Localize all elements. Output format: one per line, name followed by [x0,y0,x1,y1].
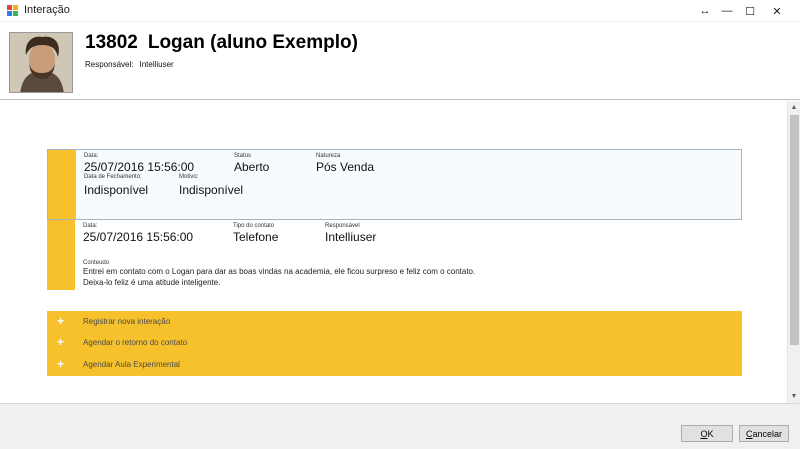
scroll-up-icon[interactable]: ▲ [788,101,800,114]
interaction-card[interactable]: Data: 25/07/2016 15:56:00 Status Aberto … [47,149,742,220]
contact-card: Data: 25/07/2016 15:56:00 Tipo do contat… [47,220,742,290]
action-agendar-retorno[interactable]: + Agendar o retorno do contato [47,332,742,354]
card-accent-bar [48,150,76,219]
responsavel-line: Responsável: Intelliuser [85,60,174,69]
vertical-scrollbar[interactable]: ▲ ▼ [787,101,800,403]
action-label: Registrar nova interação [83,317,171,326]
contact-responsavel-value: Intelliuser [325,230,377,244]
motivo-value: Indisponível [179,183,244,197]
action-label: Agendar Aula Experimental [83,360,180,369]
scroll-down-icon[interactable]: ▼ [788,390,800,403]
natureza-label: Natureza [316,153,341,159]
close-button[interactable]: ✕ [762,0,792,22]
student-id: 13802 [85,32,138,53]
maximize-button[interactable]: ☐ [735,0,765,22]
student-title: 13802 Logan (aluno Exemplo) [85,32,358,54]
tipo-contato-label: Tipo do contato [233,223,275,229]
cancel-label: Cancelar [745,428,783,439]
contact-accent-bar [47,220,75,290]
responsavel-label: Responsável: [85,60,134,69]
ok-label: OK [700,428,714,439]
contact-data-value: 25/07/2016 15:56:00 [83,230,194,244]
ok-button[interactable]: OK [681,425,733,442]
status-label: Status [234,153,252,159]
plus-icon: + [57,335,65,349]
contact-responsavel-label: Responsável [325,223,360,229]
dialog-footer: OK Cancelar [0,403,800,449]
student-name: Logan (aluno Exemplo) [147,32,358,53]
scroll-thumb[interactable] [790,115,799,345]
tipo-contato-value: Telefone [233,230,279,244]
status-value: Aberto [234,160,270,174]
conteudo-line-1: Entrei em contato com o Logan para dar a… [83,267,476,276]
fechamento-label: Data de Fechamento: [84,174,142,180]
natureza-value: Pós Venda [316,160,375,174]
data-label: Data: [84,153,99,159]
conteudo-line-2: Deixa-lo feliz é uma atitude inteligente… [83,278,221,287]
interaction-panel: Data: 25/07/2016 15:56:00 Status Aberto … [0,101,787,403]
student-header: 13802 Logan (aluno Exemplo) Responsável: I… [0,22,800,100]
contact-data-label: Data: [83,223,98,229]
avatar-photo [10,33,72,92]
plus-icon: + [57,357,65,371]
action-registrar-interacao[interactable]: + Registrar nova interação [47,311,742,333]
window-title: Interação [24,4,70,16]
app-icon [7,5,18,16]
cancel-button[interactable]: Cancelar [739,425,789,442]
plus-icon: + [57,314,65,328]
action-label: Agendar o retorno do contato [83,338,188,347]
motivo-label: Motivo: [179,174,199,180]
avatar [9,32,73,93]
action-agendar-aula[interactable]: + Agendar Aula Experimental [47,354,742,376]
fechamento-value: Indisponível [84,183,149,197]
responsavel-value: Intelliuser [139,60,174,69]
data-value: 25/07/2016 15:56:00 [84,160,195,174]
window-titlebar: Interação ↔ — ☐ ✕ [0,0,800,22]
